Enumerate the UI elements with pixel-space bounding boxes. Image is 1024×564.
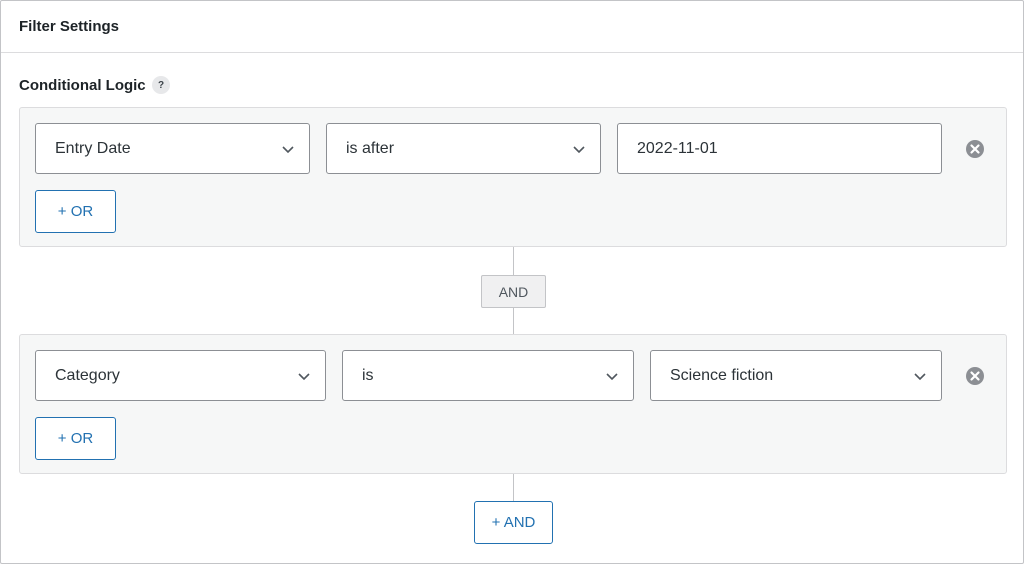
chevron-down-icon (282, 146, 294, 154)
field-select-value: Category (55, 366, 120, 384)
filter-settings-panel: Filter Settings Conditional Logic ? Entr… (0, 0, 1024, 564)
operator-select-value: is after (346, 139, 395, 157)
operator-select[interactable]: is after (326, 123, 601, 174)
operator-select[interactable]: is (342, 350, 634, 401)
operator-select-value: is (362, 366, 374, 384)
panel-header: Filter Settings (1, 1, 1023, 53)
condition-group-2: Category is Science fiction + OR (19, 334, 1007, 474)
connector-line (513, 247, 514, 275)
chevron-down-icon (914, 373, 926, 381)
field-select[interactable]: Entry Date (35, 123, 310, 174)
panel-title: Filter Settings (19, 18, 120, 35)
value-select-text: Science fiction (670, 366, 774, 384)
add-or-button[interactable]: + OR (35, 190, 116, 233)
field-select-value: Entry Date (55, 139, 131, 157)
add-or-button[interactable]: + OR (35, 417, 116, 460)
value-input-text: 2022-11-01 (637, 139, 718, 157)
field-select[interactable]: Category (35, 350, 326, 401)
help-icon[interactable]: ? (152, 76, 170, 94)
value-input[interactable]: 2022-11-01 (617, 123, 942, 174)
condition-group-1: Entry Date is after 2022-11-01 + OR (19, 107, 1007, 247)
and-connector-badge: AND (481, 275, 546, 308)
conditional-logic-label: Conditional Logic (19, 77, 146, 94)
value-select[interactable]: Science fiction (650, 350, 942, 401)
chevron-down-icon (606, 373, 618, 381)
connector-line (513, 474, 514, 501)
chevron-down-icon (573, 146, 585, 154)
remove-circle-icon[interactable] (965, 139, 985, 159)
connector-line (513, 308, 514, 334)
add-and-button[interactable]: + AND (474, 501, 553, 544)
chevron-down-icon (298, 373, 310, 381)
remove-circle-icon[interactable] (965, 366, 985, 386)
